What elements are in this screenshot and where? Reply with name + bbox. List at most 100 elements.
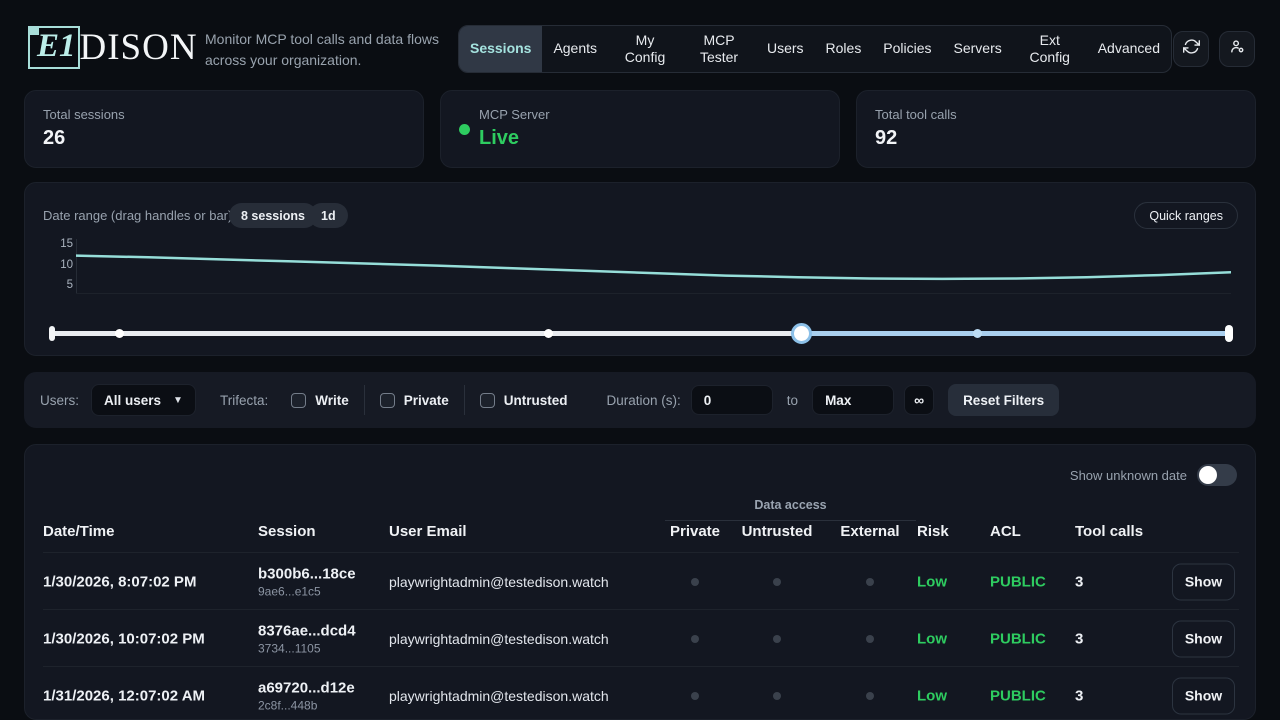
slider-start-handle[interactable] xyxy=(791,323,812,344)
external-access-dot xyxy=(866,635,874,643)
row-tool-calls: 3 xyxy=(1075,630,1083,647)
row-datetime: 1/30/2026, 8:07:02 PM xyxy=(43,573,196,590)
untrusted-access-dot xyxy=(773,692,781,700)
row-session: 8376ae...dcd4 3734...1105 xyxy=(258,622,356,655)
checkbox-icon xyxy=(291,393,306,408)
row-session: b300b6...18ce 9ae6...e1c5 xyxy=(258,565,356,598)
session-count-badge: 8 sessions xyxy=(229,203,317,228)
table-row[interactable]: 1/30/2026, 10:07:02 PM 8376ae...dcd4 373… xyxy=(25,610,1255,667)
brand-logo: E1 DISON xyxy=(28,26,198,69)
mcp-server-card: MCP Server Live xyxy=(440,90,840,168)
tab-policies[interactable]: Policies xyxy=(872,26,942,72)
col-header-untrusted: Untrusted xyxy=(742,523,813,540)
col-header-external: External xyxy=(840,523,899,540)
live-status-dot xyxy=(459,124,470,135)
logo-boxed-letters: E1 xyxy=(28,26,80,69)
show-session-button[interactable]: Show xyxy=(1172,563,1235,600)
row-session: a69720...d12e 2c8f...448b xyxy=(258,679,355,712)
total-sessions-value: 26 xyxy=(43,127,405,150)
slider-track-unselected[interactable] xyxy=(52,331,802,336)
users-filter-label: Users: xyxy=(40,393,79,408)
private-checkbox[interactable]: Private xyxy=(364,385,464,415)
col-header-tool-calls: Tool calls xyxy=(1075,523,1143,540)
tab-users[interactable]: Users xyxy=(756,26,815,72)
external-access-dot xyxy=(866,578,874,586)
row-risk-badge: Low xyxy=(917,573,947,590)
tab-my-config[interactable]: My Config xyxy=(608,26,682,72)
users-dropdown[interactable]: All users ▼ xyxy=(91,384,196,416)
date-range-card: Date range (drag handles or bar) 8 sessi… xyxy=(24,182,1256,356)
table-row[interactable]: 1/31/2026, 12:07:02 AM a69720...d12e 2c8… xyxy=(25,667,1255,720)
row-acl-badge: PUBLIC xyxy=(990,573,1046,590)
infinity-button[interactable]: ∞ xyxy=(904,385,934,415)
slider-left-edge-handle[interactable] xyxy=(49,326,55,341)
date-range-label: Date range (drag handles or bar) xyxy=(43,208,232,223)
toggle-knob xyxy=(1199,466,1217,484)
slider-track-selected[interactable] xyxy=(802,331,1229,336)
slider-end-handle[interactable] xyxy=(1225,325,1233,342)
table-row[interactable]: 1/30/2026, 8:07:02 PM b300b6...18ce 9ae6… xyxy=(25,553,1255,610)
duration-min-input[interactable]: 0 xyxy=(691,385,773,415)
filter-bar: Users: All users ▼ Trifecta: Write Priva… xyxy=(24,372,1256,428)
refresh-button[interactable] xyxy=(1173,31,1209,67)
slider-marker-dot-selected xyxy=(973,329,982,338)
session-id: a69720...d12e xyxy=(258,679,355,696)
slider-marker-dot xyxy=(544,329,553,338)
col-header-acl: ACL xyxy=(990,523,1021,540)
show-session-button[interactable]: Show xyxy=(1172,677,1235,714)
session-id: 8376ae...dcd4 xyxy=(258,622,356,639)
session-id: b300b6...18ce xyxy=(258,565,356,582)
row-user-email: playwrightadmin@testedison.watch xyxy=(389,631,609,647)
row-user-email: playwrightadmin@testedison.watch xyxy=(389,574,609,590)
tab-agents[interactable]: Agents xyxy=(542,26,608,72)
session-sub-id: 9ae6...e1c5 xyxy=(258,584,356,598)
tab-mcp-tester[interactable]: MCP Tester xyxy=(682,26,756,72)
tab-advanced[interactable]: Advanced xyxy=(1087,26,1171,72)
tab-servers[interactable]: Servers xyxy=(943,26,1013,72)
to-label: to xyxy=(787,393,798,408)
tab-ext-config[interactable]: Ext Config xyxy=(1013,26,1087,72)
col-header-datetime: Date/Time xyxy=(43,523,114,540)
row-risk-badge: Low xyxy=(917,630,947,647)
private-access-dot xyxy=(691,692,699,700)
main-nav: Sessions Agents My Config MCP Tester Use… xyxy=(458,25,1172,73)
tab-sessions[interactable]: Sessions xyxy=(459,26,542,72)
row-risk-badge: Low xyxy=(917,687,947,704)
row-datetime: 1/30/2026, 10:07:02 PM xyxy=(43,630,205,647)
session-sub-id: 2c8f...448b xyxy=(258,698,355,712)
row-user-email: playwrightadmin@testedison.watch xyxy=(389,688,609,704)
row-tool-calls: 3 xyxy=(1075,687,1083,704)
data-access-group-header: Data access xyxy=(665,498,916,521)
private-access-dot xyxy=(691,578,699,586)
tab-roles[interactable]: Roles xyxy=(815,26,873,72)
duration-label: Duration (s): xyxy=(607,393,681,408)
write-checkbox[interactable]: Write xyxy=(276,385,364,415)
show-unknown-date-toggle[interactable] xyxy=(1197,464,1237,486)
mcp-server-label: MCP Server xyxy=(479,107,821,122)
user-settings-button[interactable] xyxy=(1219,31,1255,67)
duration-max-input[interactable]: Max xyxy=(812,385,894,415)
interval-badge: 1d xyxy=(309,203,348,228)
show-unknown-date-label: Show unknown date xyxy=(1070,468,1187,483)
sessions-table-card: Show unknown date Data access Date/Time … xyxy=(24,444,1256,720)
trifecta-checkbox-group: Write Private Untrusted xyxy=(276,385,582,415)
refresh-icon xyxy=(1183,38,1200,60)
private-access-dot xyxy=(691,635,699,643)
total-tool-calls-card: Total tool calls 92 xyxy=(856,90,1256,168)
total-tool-calls-label: Total tool calls xyxy=(875,107,1237,122)
checkbox-icon xyxy=(380,393,395,408)
untrusted-access-dot xyxy=(773,635,781,643)
col-header-email: User Email xyxy=(389,523,467,540)
users-dropdown-value: All users xyxy=(104,393,161,408)
x-axis-line xyxy=(76,293,1231,294)
quick-ranges-button[interactable]: Quick ranges xyxy=(1134,202,1238,229)
row-datetime: 1/31/2026, 12:07:02 AM xyxy=(43,687,205,704)
reset-filters-button[interactable]: Reset Filters xyxy=(948,384,1059,416)
dashboard-page: E1 DISON Monitor MCP tool calls and data… xyxy=(0,0,1280,720)
show-session-button[interactable]: Show xyxy=(1172,620,1235,657)
untrusted-checkbox-label: Untrusted xyxy=(504,393,568,408)
row-tool-calls: 3 xyxy=(1075,573,1083,590)
private-checkbox-label: Private xyxy=(404,393,449,408)
untrusted-checkbox[interactable]: Untrusted xyxy=(464,385,583,415)
col-header-risk: Risk xyxy=(917,523,949,540)
